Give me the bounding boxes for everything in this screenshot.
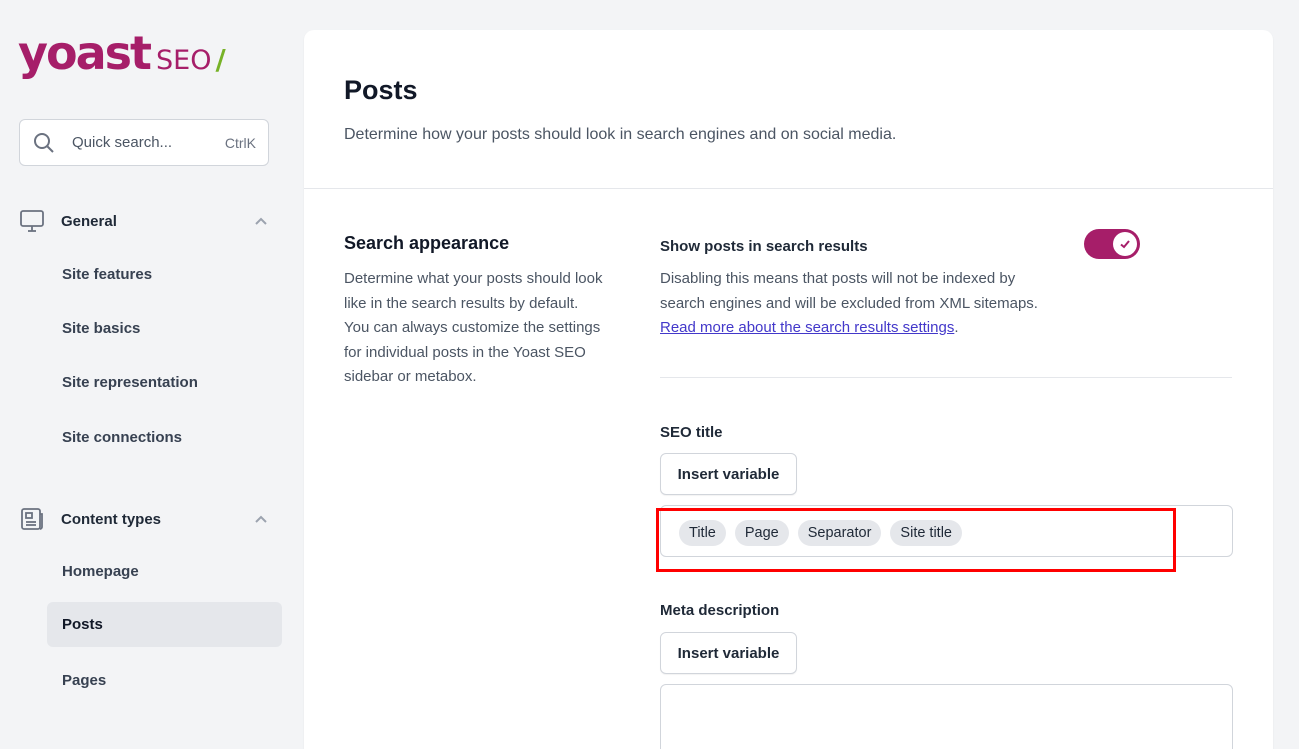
quick-search-input[interactable]: Quick search... CtrlK — [19, 119, 269, 166]
settings-card: Posts Determine how your posts should lo… — [304, 30, 1273, 749]
logo-slash: / — [215, 43, 226, 76]
toggle-knob — [1113, 232, 1137, 256]
section-description: Determine what your posts should look li… — [344, 270, 603, 385]
nav-group-label: General — [61, 212, 117, 230]
show-in-search-description: Disabling this means that posts will not… — [660, 267, 1060, 341]
check-icon — [1120, 240, 1130, 249]
nav-group-content-types[interactable]: Content types — [19, 504, 281, 534]
nav-group-label: Content types — [61, 510, 162, 528]
show-in-search-text: Disabling this means that posts will not… — [660, 270, 1038, 312]
read-more-link[interactable]: Read more about the search results setti… — [660, 319, 954, 336]
description-period: . — [954, 319, 959, 336]
seo-title-label: SEO title — [660, 424, 723, 441]
logo-wordmark: yoast — [18, 26, 152, 80]
search-shortcut: CtrlK — [224, 134, 256, 151]
variable-chip-page[interactable]: Page — [734, 520, 789, 546]
show-in-search-toggle[interactable] — [1084, 229, 1140, 259]
seo-title-insert-variable-button[interactable]: Insert variable — [660, 453, 797, 495]
meta-description-label: Meta description — [660, 602, 780, 619]
chevron-up-icon — [255, 515, 267, 523]
meta-description-editor[interactable] — [660, 684, 1233, 749]
show-in-search-label: Show posts in search results — [660, 238, 868, 255]
row-divider — [660, 377, 1232, 378]
page-description: Determine how your posts should look in … — [344, 126, 897, 143]
seo-title-variables: Title Page Separator Site title — [679, 520, 963, 546]
chevron-up-icon — [255, 217, 267, 225]
sidebar-item-site-basics[interactable]: Site basics — [47, 306, 282, 351]
meta-description-insert-variable-button[interactable]: Insert variable — [660, 632, 797, 674]
sidebar: yoast SEO / Quick search... CtrlK Genera… — [0, 0, 300, 749]
sidebar-item-site-connections[interactable]: Site connections — [47, 415, 282, 460]
desktop-icon — [20, 210, 44, 232]
header-divider — [304, 188, 1273, 189]
sidebar-item-pages[interactable]: Pages — [47, 658, 282, 703]
sidebar-item-posts[interactable]: Posts — [47, 602, 282, 647]
variable-chip-separator[interactable]: Separator — [797, 520, 882, 546]
variable-chip-site-title[interactable]: Site title — [890, 520, 963, 546]
search-icon — [34, 132, 54, 153]
sidebar-item-homepage[interactable]: Homepage — [47, 549, 282, 594]
nav-group-general[interactable]: General — [19, 206, 281, 236]
page-title: Posts — [344, 75, 418, 105]
logo-seo: SEO — [156, 45, 212, 76]
yoast-seo-logo[interactable]: yoast SEO / — [18, 26, 226, 86]
seo-title-editor[interactable]: Title Page Separator Site title — [660, 505, 1233, 557]
section-title: Search appearance — [344, 233, 510, 253]
variable-chip-title[interactable]: Title — [679, 520, 726, 546]
sidebar-item-site-features[interactable]: Site features — [47, 252, 282, 297]
sidebar-item-site-representation[interactable]: Site representation — [47, 360, 282, 405]
newspaper-icon — [21, 508, 43, 530]
search-placeholder: Quick search... — [72, 134, 173, 151]
